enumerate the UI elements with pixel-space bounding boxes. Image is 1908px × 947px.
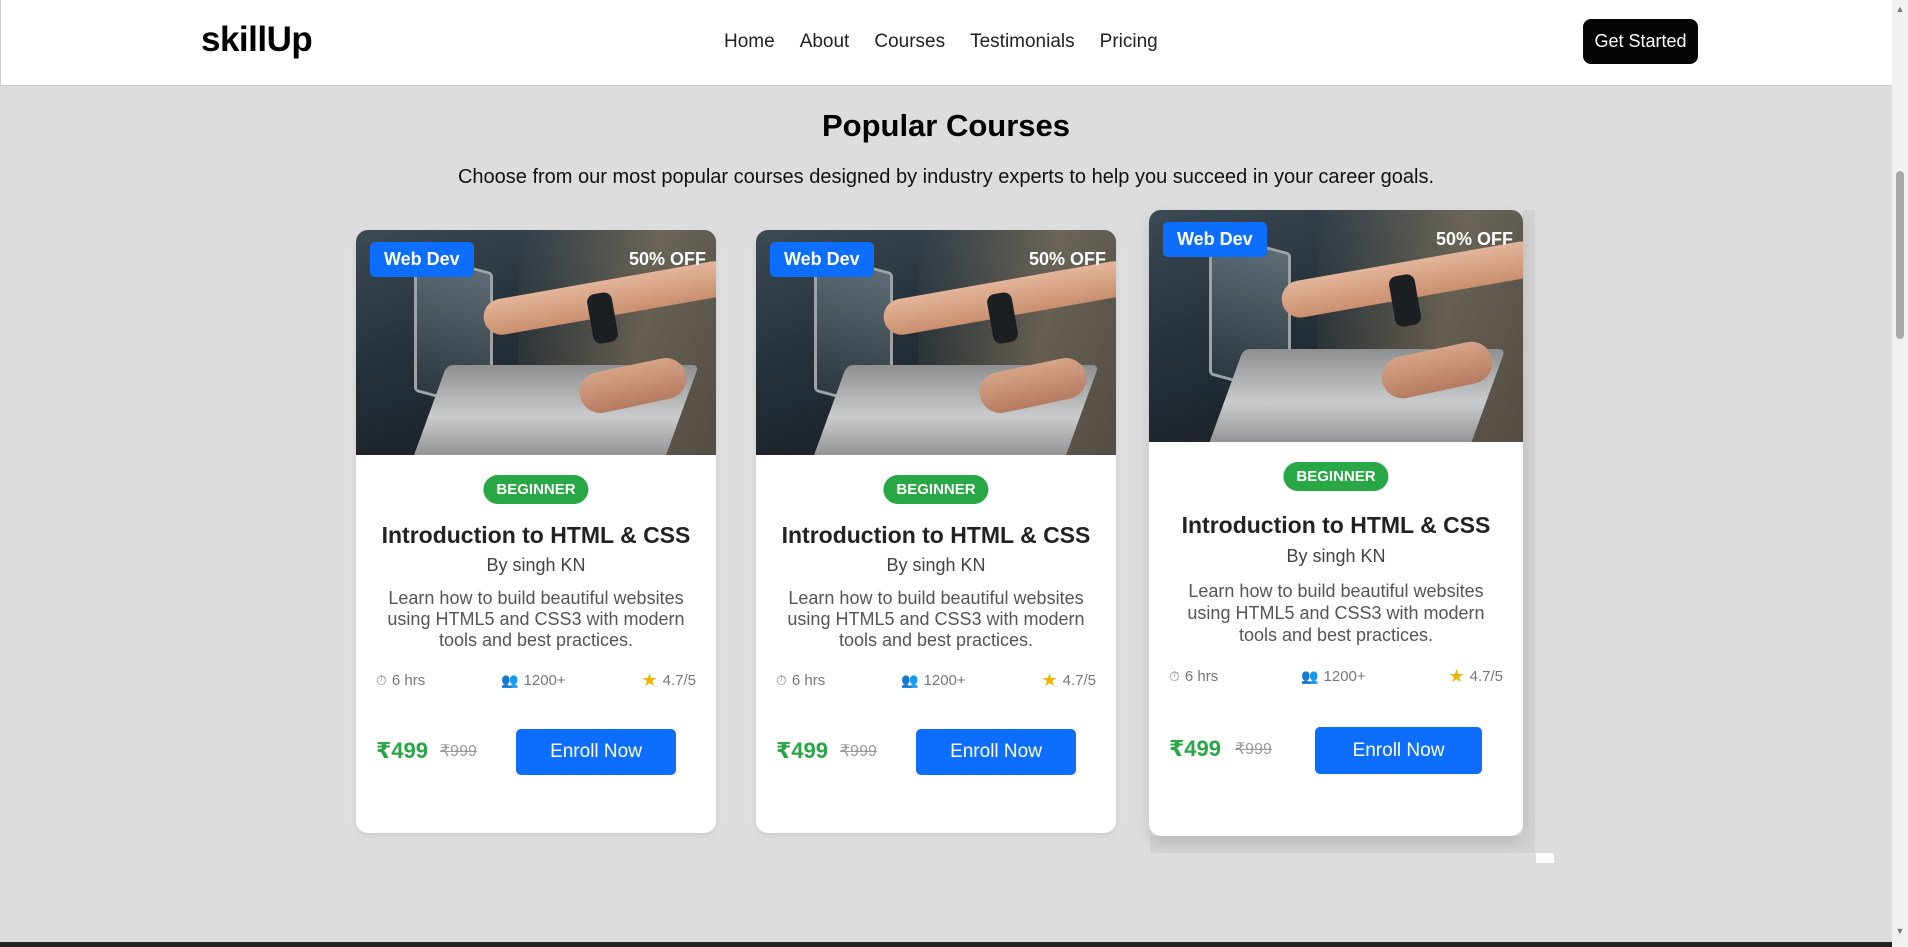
nav-testimonials[interactable]: Testimonials: [970, 31, 1075, 53]
category-badge: Web Dev: [370, 242, 474, 277]
section-title: Popular Courses: [821, 108, 1071, 143]
scroll-up-arrow-icon[interactable]: ▲: [1895, 4, 1905, 14]
course-title: Introduction to HTML & CSS: [381, 522, 691, 548]
students: 👥 1200+: [1301, 668, 1366, 685]
main-nav: Home About Courses Testimonials Pricing: [724, 31, 1183, 53]
scrollbar-thumb[interactable]: [1896, 171, 1904, 339]
course-price: ₹499: [376, 738, 429, 763]
course-author: By singh KN: [886, 555, 986, 575]
course-title: Introduction to HTML & CSS: [781, 522, 1091, 548]
rating: ★ 4.7/5: [1041, 670, 1096, 690]
nav-courses[interactable]: Courses: [874, 31, 945, 53]
star-icon: ★: [1448, 666, 1465, 686]
students: 👥 1200+: [501, 672, 566, 689]
star-icon: ★: [1041, 670, 1058, 690]
card-hover-shadow-bottom: [1150, 836, 1535, 853]
duration: ⏱ 6 hrs: [376, 672, 426, 689]
course-title: Introduction to HTML & CSS: [1181, 512, 1491, 538]
rating: ★ 4.7/5: [1448, 666, 1503, 686]
course-card[interactable]: Web Dev 50% OFF BEGINNER Introduction to…: [1149, 210, 1523, 836]
course-card[interactable]: Web Dev 50% OFF BEGINNER Introduction to…: [756, 230, 1116, 833]
nav-home[interactable]: Home: [724, 31, 775, 53]
brand-logo[interactable]: skillUp: [201, 20, 313, 60]
course-description: Learn how to build beautiful websites us…: [387, 588, 685, 650]
site-header: skillUp Home About Courses Testimonials …: [0, 0, 1892, 86]
course-description: Learn how to build beautiful websites us…: [787, 588, 1085, 650]
students: 👥 1200+: [901, 672, 966, 689]
users-icon: 👥: [901, 672, 919, 688]
discount-label: 50% OFF: [628, 249, 706, 269]
course-meta: ⏱ 6 hrs 👥 1200+ ★ 4.7/5: [376, 670, 696, 691]
level-badge: BEGINNER: [883, 475, 989, 504]
get-started-button[interactable]: Get Started: [1583, 19, 1698, 64]
enroll-button[interactable]: Enroll Now: [916, 729, 1076, 775]
course-price: ₹499: [1169, 736, 1222, 761]
course-old-price: ₹999: [440, 743, 477, 760]
window-bottom-edge: [0, 942, 1892, 947]
course-author: By singh KN: [486, 555, 586, 575]
category-badge: Web Dev: [770, 242, 874, 277]
nav-about[interactable]: About: [800, 31, 850, 53]
course-price: ₹499: [776, 738, 829, 763]
enroll-button[interactable]: Enroll Now: [1315, 727, 1482, 774]
page-scrollbar[interactable]: ▲ ▼: [1892, 0, 1908, 947]
discount-label: 50% OFF: [1028, 249, 1106, 269]
discount-label: 50% OFF: [1435, 229, 1513, 249]
clock-icon: ⏱: [1169, 668, 1180, 684]
duration: ⏱ 6 hrs: [776, 672, 826, 689]
rating: ★ 4.7/5: [641, 670, 696, 690]
enroll-button[interactable]: Enroll Now: [516, 729, 676, 775]
clock-icon: ⏱: [776, 672, 787, 688]
course-author: By singh KN: [1286, 546, 1386, 566]
users-icon: 👥: [501, 672, 519, 688]
category-badge: Web Dev: [1163, 222, 1267, 257]
level-badge: BEGINNER: [483, 475, 589, 504]
course-meta: ⏱ 6 hrs 👥 1200+ ★ 4.7/5: [776, 670, 1096, 691]
clock-icon: ⏱: [376, 672, 387, 688]
level-badge: BEGINNER: [1283, 462, 1389, 491]
scroll-remnant: [1536, 853, 1554, 863]
nav-pricing[interactable]: Pricing: [1100, 31, 1158, 53]
scroll-down-arrow-icon[interactable]: ▼: [1895, 926, 1905, 936]
course-old-price: ₹999: [840, 743, 877, 760]
course-card[interactable]: Web Dev 50% OFF BEGINNER Introduction to…: [356, 230, 716, 833]
users-icon: 👥: [1301, 668, 1319, 684]
course-description: Learn how to build beautiful websites us…: [1187, 581, 1485, 645]
course-old-price: ₹999: [1235, 741, 1272, 758]
section-subtitle: Choose from our most popular courses des…: [457, 166, 1435, 188]
course-meta: ⏱ 6 hrs 👥 1200+ ★ 4.7/5: [1169, 666, 1503, 687]
duration: ⏱ 6 hrs: [1169, 668, 1219, 685]
card-hover-shadow: [1523, 210, 1535, 852]
star-icon: ★: [641, 670, 658, 690]
